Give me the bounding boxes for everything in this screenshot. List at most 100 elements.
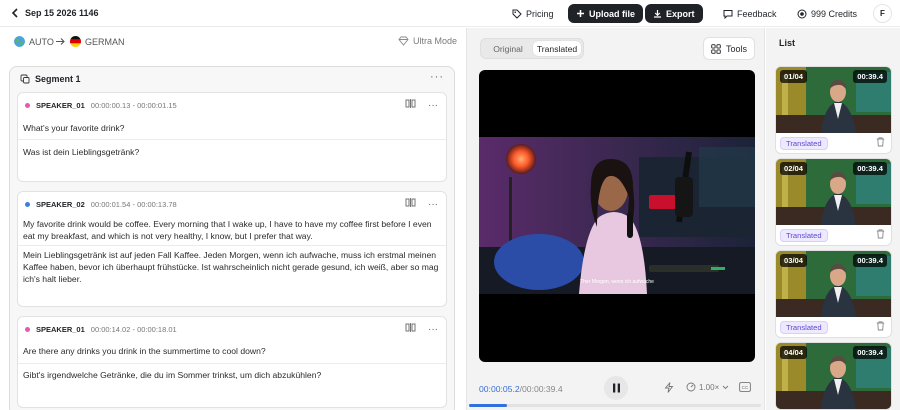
gauge-icon — [686, 382, 696, 392]
language-row: AUTO GERMAN Ultra Mode — [0, 28, 466, 56]
clip-index: 02/04 — [780, 162, 808, 175]
split-icon[interactable] — [405, 198, 416, 210]
globe-icon — [14, 36, 25, 47]
source-language[interactable]: AUTO — [14, 36, 54, 47]
more-icon[interactable]: ··· — [428, 199, 438, 210]
card-actions: ··· — [405, 198, 438, 210]
timecode[interactable]: 00:00:14.02 - 00:00:18.01 — [91, 325, 177, 334]
card-actions: ··· — [405, 323, 438, 335]
speed-label: 1.00× — [699, 382, 720, 392]
grid-icon — [711, 43, 721, 54]
clip-index: 01/04 — [780, 70, 808, 83]
plus-icon — [577, 10, 584, 17]
trash-icon[interactable] — [876, 137, 885, 149]
feedback-label: Feedback — [737, 8, 777, 19]
ultra-mode-toggle[interactable]: Ultra Mode — [398, 36, 457, 46]
divider — [18, 363, 446, 364]
target-language[interactable]: GERMAN — [70, 36, 125, 47]
captions-icon[interactable]: CC — [739, 382, 751, 392]
ultra-mode-label: Ultra Mode — [413, 36, 458, 46]
duration: /00:00:39.4 — [519, 384, 563, 394]
tools-button[interactable]: Tools — [703, 37, 755, 60]
card-header: SPEAKER_01 00:00:00.13 - 00:00:01.15 — [25, 101, 177, 110]
export-button[interactable]: Export — [645, 4, 703, 23]
transcript-card: SPEAKER_01 00:00:00.13 - 00:00:01.15 ···… — [17, 92, 447, 182]
transcript-card: SPEAKER_01 00:00:14.02 - 00:00:18.01 ···… — [17, 316, 447, 408]
speaker-label[interactable]: SPEAKER_01 — [36, 101, 85, 110]
pricing-label: Pricing — [526, 8, 554, 19]
lightning-icon[interactable] — [664, 382, 674, 393]
segment-header: Segment 1 — [20, 74, 81, 84]
current-time: 00:00:05.2 — [479, 384, 520, 394]
tools-label: Tools — [725, 43, 747, 54]
upload-file-button[interactable]: Upload file — [568, 4, 644, 23]
target-language-label: GERMAN — [85, 36, 125, 47]
coin-icon — [797, 9, 807, 18]
upload-file-label: Upload file — [589, 8, 636, 19]
clip-card[interactable]: 02/04 00:39.4 Translated — [775, 158, 892, 246]
video-player[interactable]: Ther Morgen, wenn ich aufwache — [479, 70, 755, 362]
svg-text:CC: CC — [742, 385, 749, 390]
clip-index: 03/04 — [780, 254, 808, 267]
segment-more-icon[interactable]: ··· — [430, 71, 444, 83]
tab-original[interactable]: Original — [484, 41, 532, 56]
transcript-card: SPEAKER_02 00:00:01.54 - 00:00:13.78 ···… — [17, 191, 447, 307]
source-text[interactable]: What's your favorite drink? — [23, 122, 441, 134]
speed-selector[interactable]: 1.00× — [686, 382, 729, 392]
avatar[interactable]: F — [873, 4, 892, 23]
pause-icon — [612, 383, 620, 393]
status-badge: Translated — [780, 229, 828, 242]
speaker-label[interactable]: SPEAKER_02 — [36, 200, 85, 209]
player-controls: 00:00:05.2/00:00:39.4 1.00× CC — [466, 370, 765, 410]
speaker-label[interactable]: SPEAKER_01 — [36, 325, 85, 334]
clip-card[interactable]: 01/04 00:39.4 Translated — [775, 66, 892, 154]
source-text[interactable]: Are there any drinks you drink in the su… — [23, 345, 441, 357]
clip-index: 04/04 — [780, 346, 808, 359]
status-badge: Translated — [780, 137, 828, 150]
diamond-icon — [398, 36, 409, 46]
segment-icon — [20, 74, 30, 84]
clip-card[interactable]: 04/04 00:39.4 — [775, 342, 892, 410]
credits-label: 999 Credits — [811, 8, 858, 19]
project-title: Sep 15 2026 1146 — [25, 8, 99, 18]
speaker-dot — [25, 103, 30, 108]
list-title: List — [779, 38, 796, 48]
translation-text[interactable]: Mein Lieblingsgetränk ist auf jeden Fall… — [23, 249, 441, 285]
card-header: SPEAKER_02 00:00:01.54 - 00:00:13.78 — [25, 200, 177, 209]
pricing-button[interactable]: Pricing — [504, 4, 562, 23]
more-icon[interactable]: ··· — [428, 324, 438, 335]
timecode[interactable]: 00:00:01.54 - 00:00:13.78 — [91, 200, 177, 209]
timecode[interactable]: 00:00:00.13 - 00:00:01.15 — [91, 101, 177, 110]
credits-button[interactable]: 999 Credits — [789, 4, 865, 23]
segment-title: Segment 1 — [35, 74, 81, 84]
back-arrow-icon[interactable] — [8, 6, 22, 20]
more-icon[interactable]: ··· — [428, 100, 438, 111]
divider — [18, 245, 446, 246]
tag-icon — [512, 9, 522, 19]
trash-icon[interactable] — [876, 229, 885, 241]
speaker-dot — [25, 202, 30, 207]
divider — [18, 139, 446, 140]
clip-duration: 00:39.4 — [853, 346, 887, 359]
translation-text[interactable]: Was ist dein Lieblingsgetränk? — [23, 146, 441, 158]
split-icon[interactable] — [405, 99, 416, 111]
chat-icon — [723, 9, 733, 19]
clip-card[interactable]: 03/04 00:39.4 Translated — [775, 250, 892, 338]
progress-track[interactable] — [469, 404, 761, 407]
translation-text[interactable]: Gibt's irgendwelche Getränke, die du im … — [23, 369, 441, 381]
speaker-dot — [25, 327, 30, 332]
download-icon — [654, 10, 661, 18]
video-frame — [479, 137, 755, 294]
card-header: SPEAKER_01 00:00:14.02 - 00:00:18.01 — [25, 325, 177, 334]
trash-icon[interactable] — [876, 321, 885, 333]
feedback-button[interactable]: Feedback — [715, 4, 785, 23]
segment-panel: Segment 1 ··· SPEAKER_01 00:00:00.13 - 0… — [9, 66, 455, 410]
status-badge: Translated — [780, 321, 828, 334]
tab-translated[interactable]: Translated — [533, 41, 581, 56]
source-text[interactable]: My favorite drink would be coffee. Every… — [23, 218, 441, 242]
pause-button[interactable] — [604, 376, 628, 400]
time-display: 00:00:05.2/00:00:39.4 — [479, 384, 563, 394]
split-icon[interactable] — [405, 323, 416, 335]
view-mode-toggle: Original Translated — [480, 38, 584, 59]
progress-fill — [469, 404, 507, 407]
